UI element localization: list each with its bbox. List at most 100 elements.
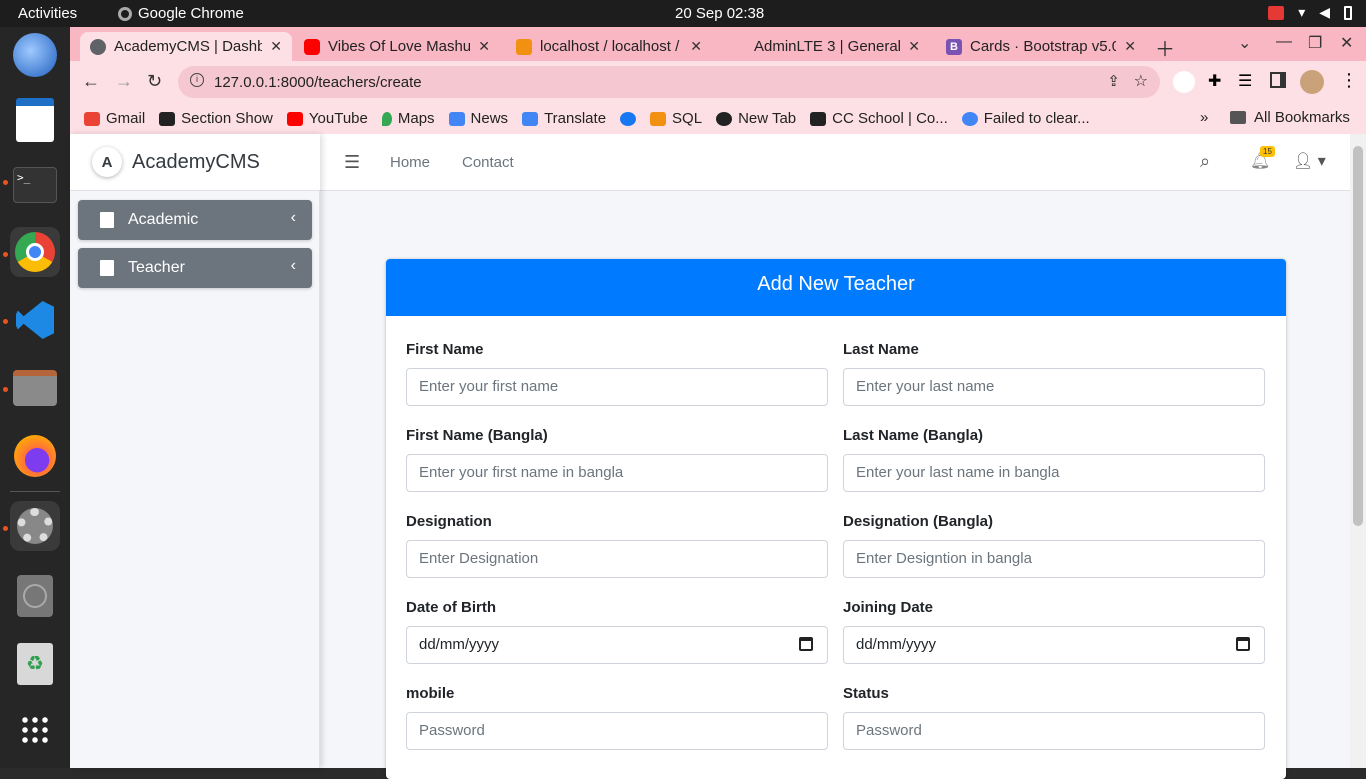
vscode-icon[interactable] xyxy=(10,295,60,345)
reading-list-icon[interactable]: ☰ xyxy=(1238,71,1252,91)
bookmark-star-icon[interactable]: ☆ xyxy=(1134,71,1148,91)
calendar-icon[interactable] xyxy=(1236,637,1250,651)
phpmyadmin-icon xyxy=(650,111,667,126)
bookmark-failed-to-clear[interactable]: Failed to clear... xyxy=(961,110,1090,127)
share-icon[interactable]: ⇪ xyxy=(1107,72,1120,90)
last-name-bangla-input[interactable]: Enter your last name in bangla xyxy=(843,454,1265,492)
close-tab-icon[interactable]: ✕ xyxy=(690,38,702,55)
designation-label: Designation xyxy=(406,513,492,530)
bookmark-youtube[interactable]: YouTube xyxy=(286,110,368,127)
gmail-icon xyxy=(84,111,100,126)
bookmark-new-tab[interactable]: New Tab xyxy=(716,110,796,127)
graduation-cap-icon xyxy=(159,111,176,126)
minimize-button[interactable]: — xyxy=(1276,33,1292,51)
last-name-input[interactable]: Enter your last name xyxy=(843,368,1265,406)
date-placeholder: dd/mm/yyyy xyxy=(856,636,937,653)
mobile-input[interactable]: Password xyxy=(406,712,828,750)
tab-vibes-of-love[interactable]: Vibes Of Love Mashup ✕ xyxy=(294,32,500,61)
close-tab-icon[interactable]: ✕ xyxy=(270,38,282,55)
bookmark-news[interactable]: News xyxy=(448,110,508,127)
system-tray[interactable]: ▾ ◀ xyxy=(1268,4,1352,21)
top-navbar: ☰ Home Contact ⌕ 🔔︎ 15 👤︎ ▾ xyxy=(320,134,1350,191)
close-tab-icon[interactable]: ✕ xyxy=(478,38,490,55)
bookmark-sql[interactable]: SQL xyxy=(650,110,702,127)
battery-icon xyxy=(1344,5,1352,20)
bookmark-translate[interactable]: Translate xyxy=(522,110,606,127)
bookmark-maps[interactable]: Maps xyxy=(381,110,435,127)
thunderbird-icon[interactable] xyxy=(10,30,60,80)
first-name-bangla-input[interactable]: Enter your first name in bangla xyxy=(406,454,828,492)
menu-kebab-icon[interactable]: ⋮ xyxy=(1340,70,1358,91)
profile-circle-icon[interactable] xyxy=(1173,71,1195,93)
building-icon xyxy=(100,212,114,228)
sidebar: A AcademyCMS Academic ‹ Teacher ‹ xyxy=(70,134,320,768)
brand-logo: A xyxy=(92,147,122,177)
facebook-icon xyxy=(620,111,637,126)
disk-icon[interactable] xyxy=(10,571,60,621)
files-icon[interactable] xyxy=(10,363,60,413)
trash-icon[interactable]: ♻ xyxy=(10,639,60,689)
writer-icon[interactable] xyxy=(10,95,60,145)
scrollbar-thumb[interactable] xyxy=(1353,146,1363,526)
bookmark-facebook[interactable] xyxy=(620,111,637,126)
bookmarks-overflow-button[interactable]: » xyxy=(1200,109,1208,126)
side-panel-icon[interactable] xyxy=(1270,72,1286,88)
joining-date-input[interactable]: dd/mm/yyyy xyxy=(843,626,1265,664)
show-apps-icon[interactable] xyxy=(10,705,60,755)
sidebar-item-academic[interactable]: Academic ‹ xyxy=(78,200,312,240)
calendar-icon[interactable] xyxy=(799,637,813,651)
folder-icon xyxy=(1230,111,1246,124)
hamburger-menu-icon[interactable]: ☰ xyxy=(344,152,360,173)
sidebar-item-label: Teacher xyxy=(128,259,185,276)
nav-contact-link[interactable]: Contact xyxy=(462,154,514,171)
clock[interactable]: 20 Sep 02:38 xyxy=(675,5,764,22)
record-icon xyxy=(1268,5,1285,20)
tab-title: AdminLTE 3 | General xyxy=(754,38,901,55)
reload-button[interactable]: ↻ xyxy=(147,71,162,92)
new-tab-button[interactable]: ＋ xyxy=(1155,33,1175,62)
user-menu-icon[interactable]: 👤︎ ▾ xyxy=(1293,151,1326,171)
date-of-birth-input[interactable]: dd/mm/yyyy xyxy=(406,626,828,664)
bookmark-gmail[interactable]: Gmail xyxy=(84,110,145,127)
all-bookmarks-button[interactable]: All Bookmarks xyxy=(1230,109,1350,126)
tab-phpmyadmin[interactable]: localhost / localhost / ✕ xyxy=(506,32,712,61)
close-window-button[interactable]: ✕ xyxy=(1340,33,1353,53)
sidebar-item-teacher[interactable]: Teacher ‹ xyxy=(78,248,312,288)
close-tab-icon[interactable]: ✕ xyxy=(908,38,920,55)
maximize-button[interactable]: ❐ xyxy=(1308,33,1322,53)
last-name-label: Last Name xyxy=(843,341,919,358)
tab-adminlte[interactable]: AdminLTE 3 | General ✕ xyxy=(720,32,930,61)
first-name-input[interactable]: Enter your first name xyxy=(406,368,828,406)
dock-separator xyxy=(10,491,60,492)
search-icon[interactable]: ⌕ xyxy=(1200,151,1210,172)
card-title: Add New Teacher xyxy=(386,259,1286,316)
site-info-icon[interactable]: i xyxy=(190,73,204,87)
chevron-left-icon: ‹ xyxy=(290,209,296,226)
app-menu[interactable]: Google Chrome xyxy=(118,5,244,22)
settings-icon[interactable] xyxy=(10,501,60,551)
forward-button[interactable]: → xyxy=(115,71,133,92)
browser-window: AcademyCMS | Dashbo ✕ Vibes Of Love Mash… xyxy=(70,27,1366,779)
os-top-bar: Activities Google Chrome 20 Sep 02:38 ▾ … xyxy=(0,0,1366,27)
bookmark-cc-school[interactable]: CC School | Co... xyxy=(810,110,948,127)
firefox-icon[interactable] xyxy=(10,431,60,481)
terminal-icon[interactable]: >_ xyxy=(10,160,60,210)
address-bar[interactable]: i 127.0.0.1:8000/teachers/create ⇪ ☆ xyxy=(178,66,1160,98)
tab-bootstrap-cards[interactable]: B Cards · Bootstrap v5.0 ✕ xyxy=(936,32,1146,61)
avatar[interactable] xyxy=(1300,70,1324,94)
brand-link[interactable]: A AcademyCMS xyxy=(70,134,320,191)
designation-input[interactable]: Enter Designation xyxy=(406,540,828,578)
chrome-dock-icon[interactable] xyxy=(10,227,60,277)
page-scrollbar[interactable] xyxy=(1350,134,1366,768)
extensions-icon[interactable]: ✚ xyxy=(1208,71,1221,91)
tab-academycms[interactable]: AcademyCMS | Dashbo ✕ xyxy=(80,32,292,61)
activities-button[interactable]: Activities xyxy=(18,5,77,22)
designation-bangla-input[interactable]: Enter Designtion in bangla xyxy=(843,540,1265,578)
tab-search-icon[interactable]: ⌄ xyxy=(1238,33,1251,53)
close-tab-icon[interactable]: ✕ xyxy=(1124,38,1136,55)
back-button[interactable]: ← xyxy=(82,71,100,92)
chrome-icon xyxy=(118,6,132,21)
nav-home-link[interactable]: Home xyxy=(390,154,430,171)
status-input[interactable]: Password xyxy=(843,712,1265,750)
bookmark-section-show[interactable]: Section Show xyxy=(159,110,273,127)
